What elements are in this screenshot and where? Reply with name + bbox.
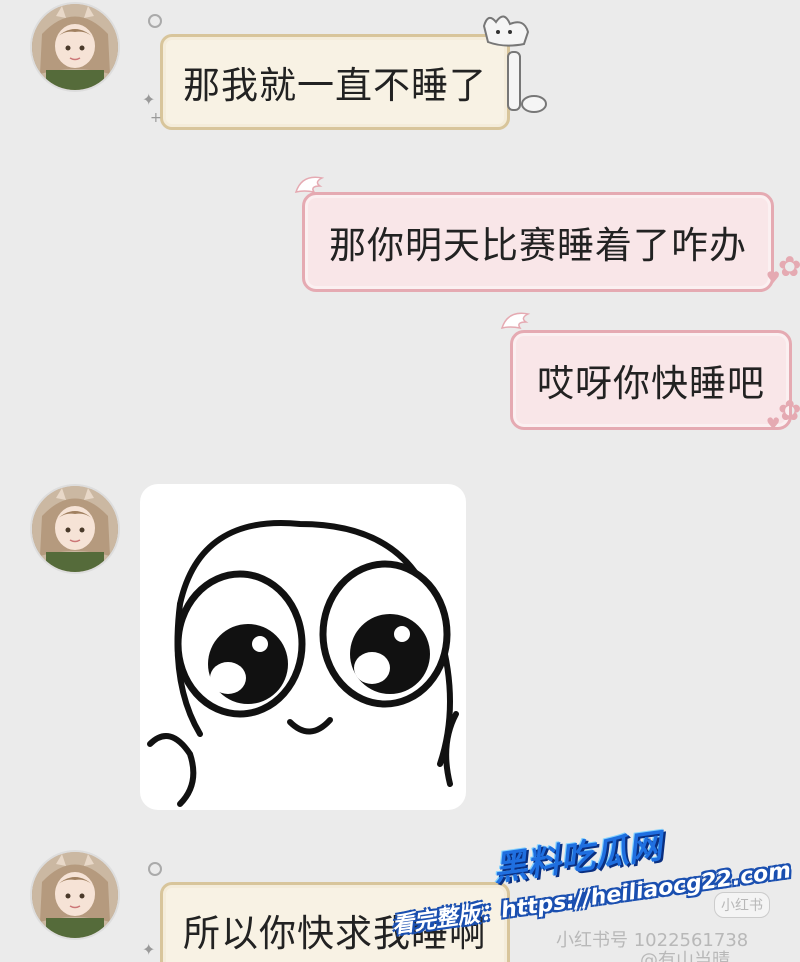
contact-avatar[interactable]: [32, 852, 118, 938]
cute-face-sticker-icon: [147, 520, 459, 807]
outgoing-message-bubble[interactable]: 那你明天比赛睡着了咋办: [302, 192, 774, 292]
sparkle-dot-icon: [148, 862, 162, 876]
message-text: 哎呀你快睡吧: [537, 362, 765, 405]
avatar-anime-girl-icon: [32, 486, 118, 572]
xiaohongshu-badge: 小红书: [714, 892, 770, 918]
contact-avatar[interactable]: [32, 486, 118, 572]
sparkle-dot-icon: [148, 14, 162, 28]
message-text: 那我就一直不睡了: [183, 64, 487, 107]
sparkle-icon: ✦: [142, 90, 156, 109]
avatar-anime-girl-icon: [32, 852, 118, 938]
sticker-message[interactable]: [140, 484, 466, 810]
flower-icon: ✿: [778, 394, 800, 427]
contact-avatar[interactable]: [32, 4, 118, 90]
weibo-user: @有山当晴: [640, 950, 730, 962]
outgoing-message-bubble[interactable]: 哎呀你快睡吧: [510, 330, 792, 430]
chat-screen: 那我就一直不睡了 ✦ + 那你明天比赛睡着了咋办 ♥ ✿ 哎呀你快睡吧 ♥ ✿: [0, 0, 800, 962]
plus-sparkle-icon: +: [150, 110, 162, 126]
avatar-anime-girl-icon: [32, 4, 118, 90]
sparkle-icon: ✦: [142, 940, 156, 959]
angel-wing-icon: [500, 312, 531, 330]
message-text: 那你明天比赛睡着了咋办: [329, 224, 747, 267]
flower-icon: ✿: [778, 250, 800, 283]
incoming-message-bubble[interactable]: 那我就一直不睡了: [160, 34, 510, 130]
cat-decoration-icon: [482, 15, 547, 113]
angel-wing-icon: [294, 176, 325, 194]
